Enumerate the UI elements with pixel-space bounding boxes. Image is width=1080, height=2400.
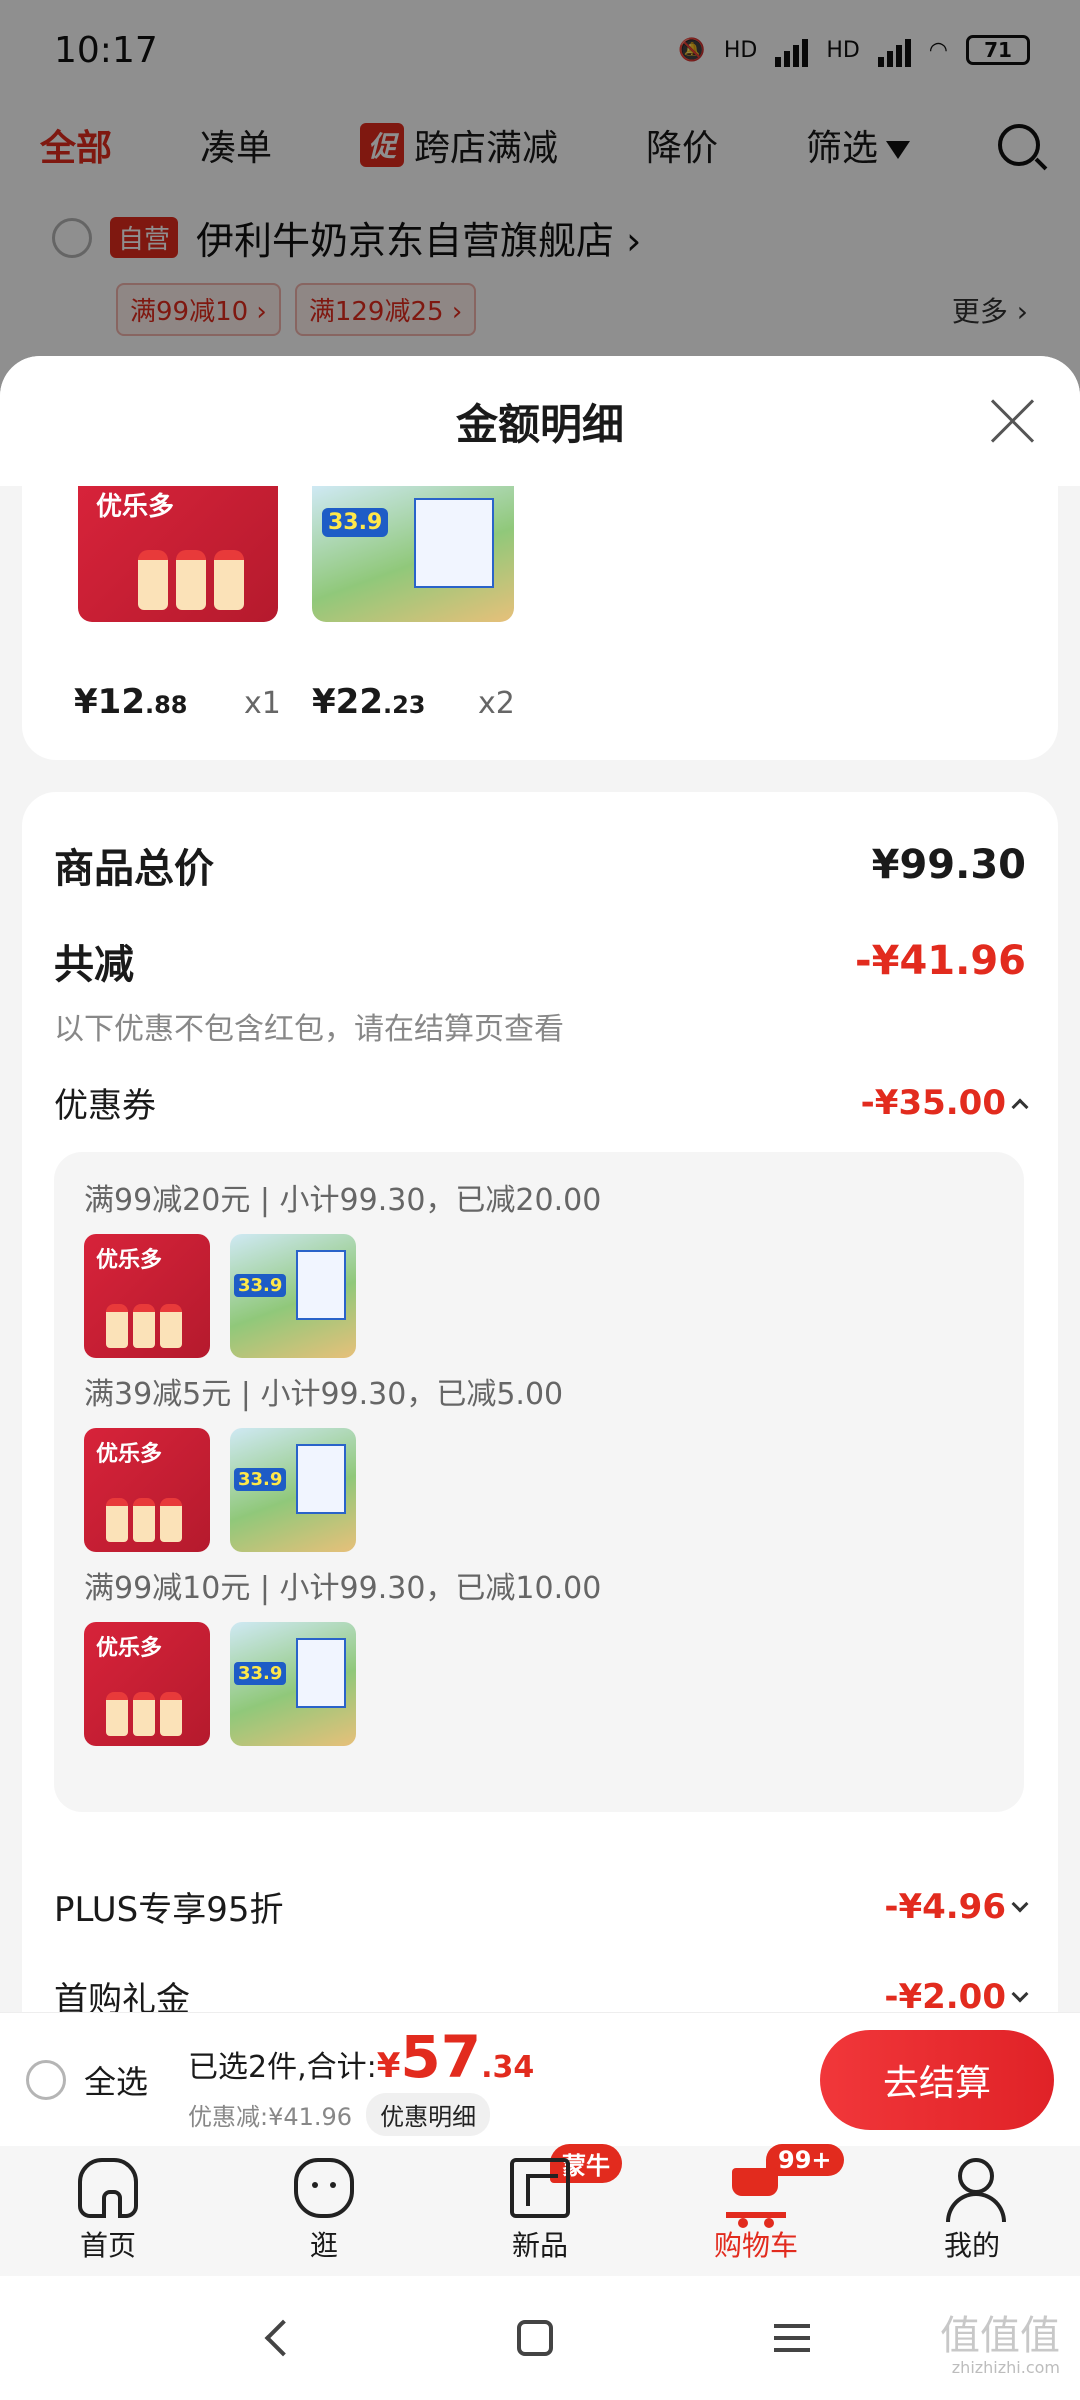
product-price: ¥22.23 <box>312 682 426 722</box>
plus-discount-value: -¥4.96 <box>884 1887 1029 1927</box>
menu-icon[interactable] <box>773 2324 810 2352</box>
product-image: 33.9 <box>312 486 514 622</box>
sheet-title: 金额明细 <box>455 399 624 449</box>
cube-icon <box>510 2158 570 2218</box>
total-value: ¥99.30 <box>871 842 1026 888</box>
tab-label: 购物车 <box>713 2229 798 2262</box>
tab-label: 首页 <box>79 2229 136 2262</box>
tab-label: 新品 <box>511 2229 568 2262</box>
reduce-note: 以下优惠不包含红包，请在结算页查看 <box>54 1012 564 1047</box>
coupon-detail-line: 满39减5元 | 小计99.30，已减5.00 <box>84 1377 564 1412</box>
coupon-detail-line: 满99减20元 | 小计99.30，已减20.00 <box>84 1183 602 1218</box>
total-row: 商品总价 ¥99.30 <box>54 836 1026 894</box>
discount-line: 优惠减:¥41.96 优惠明细 <box>188 2093 534 2136</box>
chevron-down-icon <box>1011 1985 1029 2002</box>
product-thumb: 优乐多 <box>84 1234 210 1358</box>
product-item[interactable]: 33.9 <box>312 486 514 622</box>
price-detail-card: 商品总价 ¥99.30 共减 -¥41.96 以下优惠不包含红包，请在结算页查看… <box>22 792 1058 2146</box>
checkout-button[interactable]: 去结算 <box>820 2029 1054 2130</box>
chevron-down-icon <box>1011 1895 1029 1912</box>
tab-new[interactable]: 蒙牛 新品 <box>450 2144 630 2264</box>
sum-amount: 57 <box>400 2023 482 2091</box>
face-icon <box>294 2158 354 2218</box>
coupon-value: -¥35.00 <box>861 1083 1029 1123</box>
coupon-product-thumbs: 优乐多 33.9 <box>84 1622 994 1746</box>
home-icon <box>78 2158 138 2218</box>
product-price-tag: 33.9 <box>322 508 389 537</box>
system-nav-bar <box>0 2276 1080 2400</box>
product-thumb: 优乐多 <box>84 1428 210 1552</box>
total-label: 商品总价 <box>54 846 214 892</box>
tab-label: 我的 <box>943 2229 1000 2262</box>
coupon-label: 优惠券 <box>54 1086 156 1126</box>
bottom-tab-bar: 首页 逛 蒙牛 新品 99+ 购物车 我的 <box>0 2144 1080 2276</box>
select-all-radio[interactable] <box>26 2059 66 2100</box>
reduce-value: -¥41.96 <box>855 938 1026 984</box>
coupon-detail-box: 满99减20元 | 小计99.30，已减20.00 优乐多 33.9 满39减5… <box>54 1152 1024 1812</box>
close-icon[interactable] <box>990 398 1036 444</box>
product-qty: x2 <box>478 686 515 721</box>
discount-detail-button[interactable]: 优惠明细 <box>366 2093 491 2136</box>
coupon-product-thumbs: 优乐多 33.9 <box>84 1234 994 1358</box>
plus-discount-row[interactable]: PLUS专享95折 -¥4.96 <box>54 1882 1029 1931</box>
watermark: 值值值 zhizhizhi.com <box>940 2313 1060 2377</box>
sum-block: 已选2件,合计: ¥57.34 优惠减:¥41.96 优惠明细 <box>188 2023 534 2136</box>
plus-discount-label: PLUS专享95折 <box>54 1890 284 1930</box>
home-square-icon[interactable] <box>516 2320 553 2356</box>
tab-label: 逛 <box>309 2229 338 2262</box>
coupon-detail-line: 满99减10元 | 小计99.30，已减10.00 <box>84 1571 602 1606</box>
user-icon <box>942 2158 1006 2222</box>
product-thumb: 优乐多 <box>84 1622 210 1746</box>
product-image: 优乐多 <box>78 486 278 622</box>
tab-browse[interactable]: 逛 <box>234 2158 414 2264</box>
sheet-header: 金额明细 <box>0 356 1080 486</box>
select-all-label: 全选 <box>84 2062 149 2101</box>
coupon-row[interactable]: 优惠券 -¥35.00 <box>54 1078 1029 1127</box>
product-qty: x1 <box>244 686 281 721</box>
reduce-label: 共减 <box>54 942 134 988</box>
coupon-product-thumbs: 优乐多 33.9 <box>84 1428 994 1552</box>
first-purchase-gift-value: -¥2.00 <box>884 1977 1029 2017</box>
tab-home[interactable]: 首页 <box>18 2158 198 2264</box>
amount-detail-sheet: 金额明细 优乐多 33.9 ¥12.88 x1 ¥22.23 x2 商品总价 ¥… <box>0 356 1080 2146</box>
product-item[interactable]: 优乐多 <box>78 486 278 622</box>
reduce-section: 共减 -¥41.96 以下优惠不包含红包，请在结算页查看 <box>54 932 1026 1048</box>
tab-cart[interactable]: 99+ 购物车 <box>666 2144 846 2264</box>
tab-profile[interactable]: 我的 <box>882 2158 1062 2264</box>
cart-icon <box>726 2158 786 2228</box>
product-thumb: 33.9 <box>230 1428 356 1552</box>
product-logo: 优乐多 <box>96 492 175 522</box>
back-icon[interactable] <box>264 2319 302 2357</box>
chevron-up-icon <box>1011 1098 1029 1115</box>
product-thumb: 33.9 <box>230 1622 356 1746</box>
total-sum: 已选2件,合计: ¥57.34 <box>188 2023 535 2091</box>
checkout-bar: 全选 已选2件,合计: ¥57.34 优惠减:¥41.96 优惠明细 去结算 <box>0 2012 1080 2146</box>
products-card: 优乐多 33.9 ¥12.88 x1 ¥22.23 x2 <box>22 486 1058 760</box>
product-thumb: 33.9 <box>230 1234 356 1358</box>
select-all[interactable]: 全选 <box>26 2057 148 2103</box>
selected-count-text: 已选2件,合计: <box>188 2050 377 2085</box>
discount-text: 优惠减:¥41.96 <box>188 2103 353 2131</box>
product-price: ¥12.88 <box>74 682 188 722</box>
